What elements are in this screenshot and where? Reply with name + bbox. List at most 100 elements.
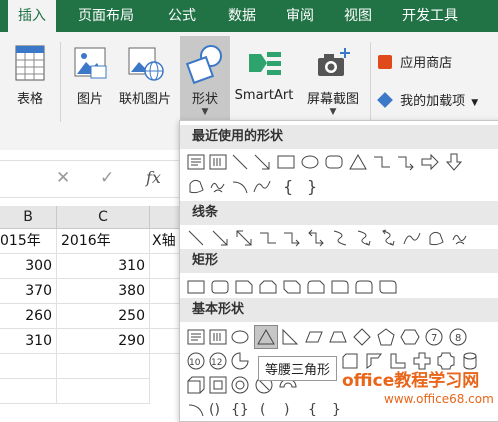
hexagon-shape[interactable]: [400, 327, 420, 347]
cell[interactable]: 015年: [0, 229, 57, 254]
right-arrow-shape[interactable]: [420, 152, 440, 172]
column-header-c[interactable]: C: [57, 206, 150, 229]
cell[interactable]: 310: [57, 254, 150, 279]
snip-round-rectangle-shape[interactable]: [306, 277, 326, 297]
curve-shape[interactable]: [252, 176, 272, 196]
parallelogram-shape[interactable]: [304, 327, 324, 347]
cell[interactable]: 380: [57, 279, 150, 304]
oval-shape[interactable]: [300, 152, 320, 172]
right-brace-shape[interactable]: }: [300, 176, 320, 196]
scribble-shape[interactable]: [208, 176, 228, 196]
tab-review[interactable]: 审阅: [286, 0, 314, 32]
cell[interactable]: [0, 379, 57, 404]
down-arrow-shape[interactable]: [444, 152, 464, 172]
line-shape[interactable]: [186, 228, 206, 248]
rounded-rectangle-shape[interactable]: [210, 277, 230, 297]
rectangle-shape[interactable]: [276, 152, 296, 172]
pentagon-shape[interactable]: [376, 327, 396, 347]
left-brace-shape[interactable]: {: [276, 176, 296, 196]
elbow-connector-shape[interactable]: [372, 152, 392, 172]
heptagon-shape[interactable]: 7: [424, 327, 444, 347]
curved-arrow-connector-shape[interactable]: [354, 228, 374, 248]
enter-icon[interactable]: ✓: [100, 168, 114, 188]
arrow-line-shape[interactable]: [252, 152, 272, 172]
double-bracket-shape[interactable]: (): [208, 399, 228, 419]
cell[interactable]: [57, 379, 150, 404]
app-store-button[interactable]: 应用商店: [378, 52, 496, 71]
cell[interactable]: 310: [0, 329, 57, 354]
arc-shape[interactable]: [230, 176, 250, 196]
bevel-shape[interactable]: [208, 375, 228, 395]
arc-shape[interactable]: [186, 399, 206, 419]
cell[interactable]: 260: [0, 304, 57, 329]
tab-developer[interactable]: 开发工具: [402, 0, 458, 32]
tab-formulas[interactable]: 公式: [168, 0, 196, 32]
screenshot-button[interactable]: 屏幕截图 ▼: [300, 44, 366, 117]
cell[interactable]: 250: [57, 304, 150, 329]
scribble-shape[interactable]: [450, 228, 470, 248]
table-button[interactable]: 表格: [8, 44, 52, 107]
round-diagonal-rectangle-shape[interactable]: [378, 277, 398, 297]
oval-shape[interactable]: [230, 327, 250, 347]
cell[interactable]: 2016年: [57, 229, 150, 254]
cube-shape[interactable]: [186, 375, 206, 395]
column-header-d[interactable]: [150, 206, 180, 229]
cell[interactable]: 300: [0, 254, 57, 279]
decagon-shape[interactable]: 10: [186, 351, 206, 371]
online-picture-button[interactable]: 联机图片: [112, 44, 178, 107]
double-brace-shape[interactable]: {}: [230, 399, 250, 419]
cell[interactable]: 370: [0, 279, 57, 304]
text-box-shape[interactable]: [186, 327, 206, 347]
insert-function-button[interactable]: fx: [146, 168, 161, 187]
right-brace-shape[interactable]: }: [326, 399, 346, 419]
cell[interactable]: [150, 254, 181, 279]
cancel-icon[interactable]: ✕: [56, 168, 70, 188]
line-shape[interactable]: [230, 152, 250, 172]
vertical-text-box-shape[interactable]: [208, 152, 228, 172]
tab-page-layout[interactable]: 页面布局: [78, 0, 134, 32]
rectangle-shape[interactable]: [186, 277, 206, 297]
octagon-shape[interactable]: 8: [448, 327, 468, 347]
arrow-line-shape[interactable]: [210, 228, 230, 248]
cell[interactable]: [150, 304, 181, 329]
diamond-shape[interactable]: [352, 327, 372, 347]
cell[interactable]: [150, 279, 181, 304]
round-single-corner-rectangle-shape[interactable]: [330, 277, 350, 297]
pie-shape[interactable]: [230, 351, 250, 371]
right-bracket-shape[interactable]: ): [278, 399, 298, 419]
curve-shape[interactable]: [402, 228, 422, 248]
text-box-shape[interactable]: [186, 152, 206, 172]
snip-single-corner-rectangle-shape[interactable]: [234, 277, 254, 297]
double-arrow-line-shape[interactable]: [234, 228, 254, 248]
snip-diagonal-rectangle-shape[interactable]: [282, 277, 302, 297]
left-brace-shape[interactable]: {: [302, 399, 322, 419]
isosceles-triangle-shape[interactable]: [254, 325, 278, 349]
freeform-shape[interactable]: [186, 176, 206, 196]
picture-button[interactable]: 图片: [70, 44, 110, 107]
tab-view[interactable]: 视图: [344, 0, 372, 32]
snip-same-side-rectangle-shape[interactable]: [258, 277, 278, 297]
cell[interactable]: [57, 354, 150, 379]
triangle-shape[interactable]: [348, 152, 368, 172]
cell[interactable]: 290: [57, 329, 150, 354]
freeform-shape[interactable]: [426, 228, 446, 248]
elbow-double-arrow-connector-shape[interactable]: [306, 228, 326, 248]
cell[interactable]: [0, 354, 57, 379]
elbow-connector-shape[interactable]: [258, 228, 278, 248]
dodecagon-shape[interactable]: 12: [208, 351, 228, 371]
curved-double-arrow-connector-shape[interactable]: [378, 228, 398, 248]
donut-shape[interactable]: [230, 375, 250, 395]
elbow-arrow-connector-shape[interactable]: [282, 228, 302, 248]
tab-data[interactable]: 数据: [228, 0, 256, 32]
elbow-arrow-connector-shape[interactable]: [396, 152, 416, 172]
right-triangle-shape[interactable]: [280, 327, 300, 347]
curved-connector-shape[interactable]: [330, 228, 350, 248]
trapezoid-shape[interactable]: [328, 327, 348, 347]
column-header-b[interactable]: B: [0, 206, 57, 229]
cell[interactable]: [150, 329, 181, 354]
tab-insert[interactable]: 插入: [8, 0, 56, 32]
vertical-text-box-shape[interactable]: [208, 327, 228, 347]
my-addins-button[interactable]: 我的加载项 ▼: [377, 90, 496, 109]
smartart-button[interactable]: SmartArt: [230, 44, 298, 103]
left-bracket-shape[interactable]: (: [254, 399, 274, 419]
